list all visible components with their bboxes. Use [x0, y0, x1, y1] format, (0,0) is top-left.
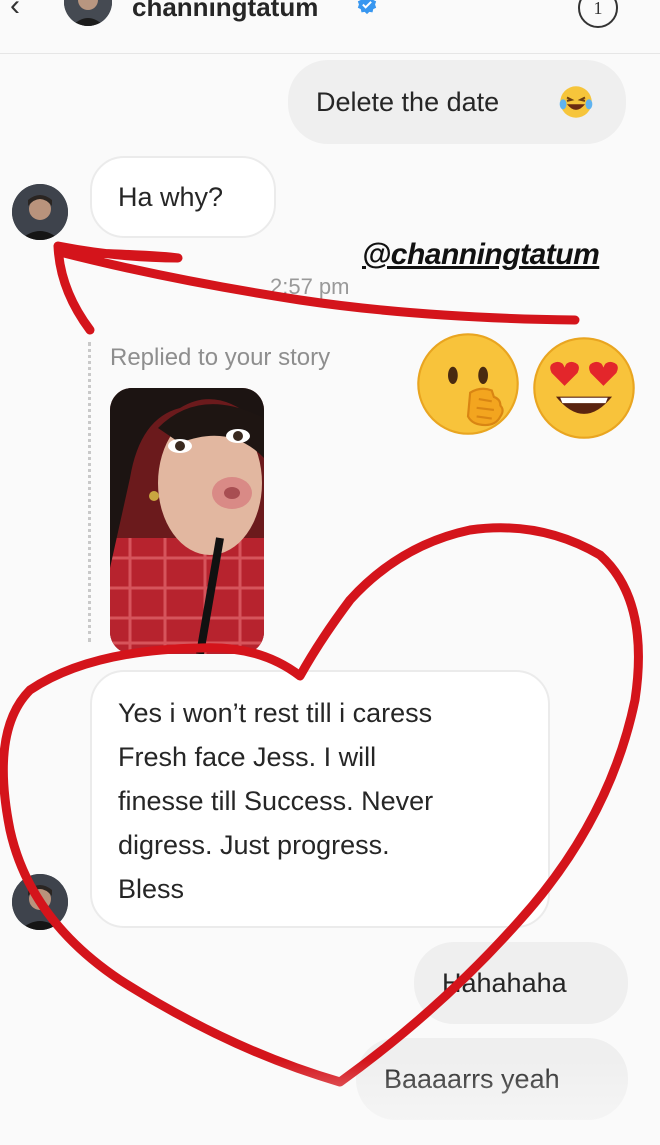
laughing-emoji-icon [559, 86, 593, 118]
message-line: finesse till Success. Never [118, 786, 434, 816]
back-chevron-icon[interactable]: ‹ [10, 0, 38, 24]
info-icon[interactable]: 1 [578, 0, 618, 28]
sender-avatar[interactable] [12, 874, 68, 930]
received-message-bubble[interactable]: Yes i won’t rest till i caress Fresh fac… [90, 670, 550, 928]
verified-badge-icon [357, 0, 377, 15]
sent-message-bubble[interactable]: Hahahaha [414, 942, 628, 1024]
chat-header: ‹ channingtatum 1 [0, 0, 660, 54]
heart-eyes-emoji [533, 337, 635, 439]
message-text: Delete the date [316, 87, 500, 117]
info-badge-text: 1 [593, 0, 603, 18]
header-username[interactable]: channingtatum [132, 0, 318, 23]
reply-divider [88, 342, 91, 642]
message-text: Ha why? [118, 182, 224, 212]
mention-sticker: @channingtatum [362, 238, 600, 271]
message-line: Bless [118, 874, 185, 904]
sent-message-bubble[interactable]: Delete the date [288, 60, 626, 144]
message-text: Baaaarrs yeah [384, 1064, 560, 1094]
timestamp: 2:57 pm [270, 274, 350, 299]
sent-message-bubble[interactable]: Baaaarrs yeah [356, 1038, 628, 1120]
face-with-hand-over-mouth-emoji [417, 333, 519, 435]
received-message-bubble[interactable]: Ha why? [90, 156, 276, 238]
message-line: Yes i won’t rest till i caress [118, 698, 433, 728]
message-line: digress. Just progress. [118, 830, 390, 860]
message-line: Fresh face Jess. I will [118, 742, 377, 772]
header-avatar[interactable] [64, 0, 112, 26]
message-text: Hahahaha [442, 968, 567, 998]
story-thumbnail[interactable] [110, 388, 264, 654]
replied-to-story-label: Replied to your story [110, 344, 331, 371]
sender-avatar[interactable] [12, 184, 68, 240]
